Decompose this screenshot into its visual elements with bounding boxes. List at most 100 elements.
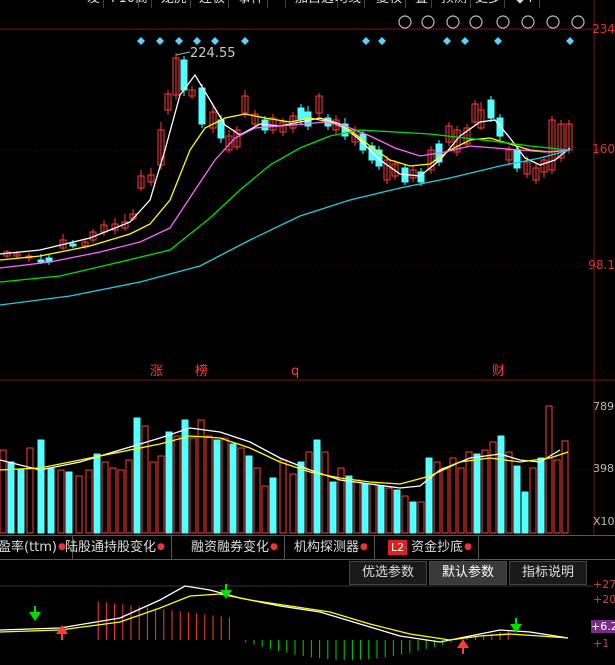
volume-bar-up — [221, 437, 229, 534]
volume-bar-down — [7, 461, 15, 534]
top-tab-5[interactable]: 事件 — [235, 0, 269, 8]
volume-bar-up — [449, 457, 457, 534]
volume-bar-down — [521, 491, 529, 534]
indicator-tab-1[interactable]: 陆股通持股变化● — [61, 536, 172, 559]
indicator-tab-label: 陆股通持股变化 — [65, 540, 157, 555]
ind-axis-a: +27 — [593, 578, 615, 591]
volume-bar-up — [253, 467, 261, 534]
volume-bar-up — [149, 461, 157, 534]
volume-bar-up — [117, 469, 125, 534]
sub-button-2[interactable]: 指标说明 — [508, 561, 587, 585]
indicator-tabs: 盈率(ttm)● 陆股通持股变化● 融资融券变化● 机构探测器● L2 资金抄底● — [0, 535, 615, 560]
top-tab-10[interactable]: 叠 — [412, 0, 433, 8]
volume-axis-bottom: X10 — [593, 515, 615, 528]
sub-button-0[interactable]: 优选参数 — [348, 561, 427, 585]
event-marker-1: 榜 — [195, 363, 208, 379]
top-tab-0[interactable]: 发 — [84, 0, 105, 8]
volume-bar-up — [261, 485, 269, 534]
volume-bar-up — [75, 475, 83, 534]
candle-down — [180, 59, 188, 91]
settings-icon — [398, 15, 412, 29]
volume-bar-down — [329, 481, 337, 534]
volume-bar-down — [473, 453, 481, 534]
volume-bar-up — [369, 483, 377, 534]
indicator-tab-2[interactable]: 融资融券变化● — [187, 536, 285, 559]
top-tab-4[interactable]: 连板 — [196, 0, 230, 8]
volume-bar-down — [213, 439, 221, 534]
volume-bar-up — [125, 459, 133, 534]
indicator-sub-buttons: 优选参数 默认参数 指标说明 — [347, 561, 587, 585]
volume-bar-down — [393, 489, 401, 534]
top-tab-11[interactable]: 预测 — [438, 0, 472, 8]
volume-bar-up — [321, 451, 329, 534]
volume-bar-up — [505, 451, 513, 534]
top-tab-12[interactable]: 更多 — [472, 0, 506, 8]
volume-bar-up — [205, 435, 213, 534]
volume-bar-up — [101, 461, 109, 534]
volume-bar-down — [133, 417, 141, 534]
volume-bar-up — [401, 495, 409, 534]
zoom-in-icon — [546, 15, 560, 29]
ma60-line — [0, 149, 571, 306]
volume-axis-mid: 398 — [593, 462, 614, 475]
indicator-tab-label: 盈率(ttm) — [0, 540, 58, 555]
tab-dot-icon: ● — [464, 542, 473, 552]
event-marker-3: 财 — [492, 364, 505, 379]
volume-bar-down — [377, 485, 385, 534]
sub-button-1[interactable]: 默认参数 — [428, 561, 507, 585]
volume-bar-up — [0, 449, 7, 534]
ind-axis-b: +20 — [593, 593, 615, 606]
volume-bar-down — [245, 455, 253, 534]
volume-bar-up — [173, 435, 181, 534]
tab-dot-icon: ● — [157, 542, 165, 552]
close-icon — [571, 15, 585, 29]
volume-bar-up — [385, 487, 393, 534]
save-icon — [521, 15, 535, 29]
print-icon — [469, 15, 483, 29]
event-marker-0: 涨 — [150, 364, 163, 379]
volume-bar-up — [157, 455, 165, 534]
buy-arrow-icon — [457, 639, 469, 648]
indicator-tab-3[interactable]: 机构探测器● — [290, 536, 375, 559]
volume-bar-up — [553, 459, 561, 534]
candle-down — [69, 243, 77, 247]
event-diamond-icon — [443, 37, 451, 45]
volume-bar-up — [441, 467, 449, 534]
top-tab-13[interactable]: ◆↑ — [512, 0, 540, 8]
top-tab-6[interactable]: · — [275, 0, 287, 8]
top-tab-2[interactable]: 商 — [132, 0, 153, 8]
event-diamond-icon — [137, 37, 145, 45]
top-tab-9[interactable]: 复权 — [373, 0, 407, 8]
event-diamond-icon — [211, 37, 219, 45]
candle-down — [37, 259, 45, 263]
ind-axis-d: +1 — [593, 637, 610, 650]
l2-badge: L2 — [388, 540, 408, 555]
indicator-tab-label: 资金抄底 — [411, 540, 464, 555]
volume-bar-down — [37, 439, 45, 534]
event-marker-2: q — [291, 364, 299, 379]
event-diamond-icon — [156, 37, 164, 45]
top-tab-8[interactable]: 均线 — [332, 0, 366, 8]
tab-dot-icon: ● — [270, 542, 278, 552]
ind-axis-c: +6.2 — [591, 620, 615, 633]
volume-bar-up — [457, 467, 465, 534]
volume-bar-up — [57, 469, 65, 534]
peak-arrow-line — [175, 51, 191, 56]
draw-icon — [421, 15, 435, 29]
event-diamond-icon — [362, 37, 370, 45]
volume-bar-down — [65, 471, 73, 534]
hand-icon — [496, 15, 510, 29]
event-diamond-icon — [378, 37, 386, 45]
event-diamond-icon — [193, 37, 201, 45]
top-tab-3[interactable]: 龙虎 — [158, 0, 192, 8]
volume-bar-down — [229, 443, 237, 534]
candle-down — [198, 87, 206, 125]
price-axis-low: 98.1 — [588, 258, 615, 272]
volume-bar-down — [497, 435, 505, 534]
volume-bar-down — [93, 453, 101, 534]
indicator-tab-4[interactable]: L2 资金抄底● — [384, 536, 480, 559]
volume-bar-down — [409, 501, 417, 534]
volume-bar-up — [237, 447, 245, 534]
sell-arrow-icon — [29, 612, 41, 621]
volume-bar-up — [417, 501, 425, 534]
